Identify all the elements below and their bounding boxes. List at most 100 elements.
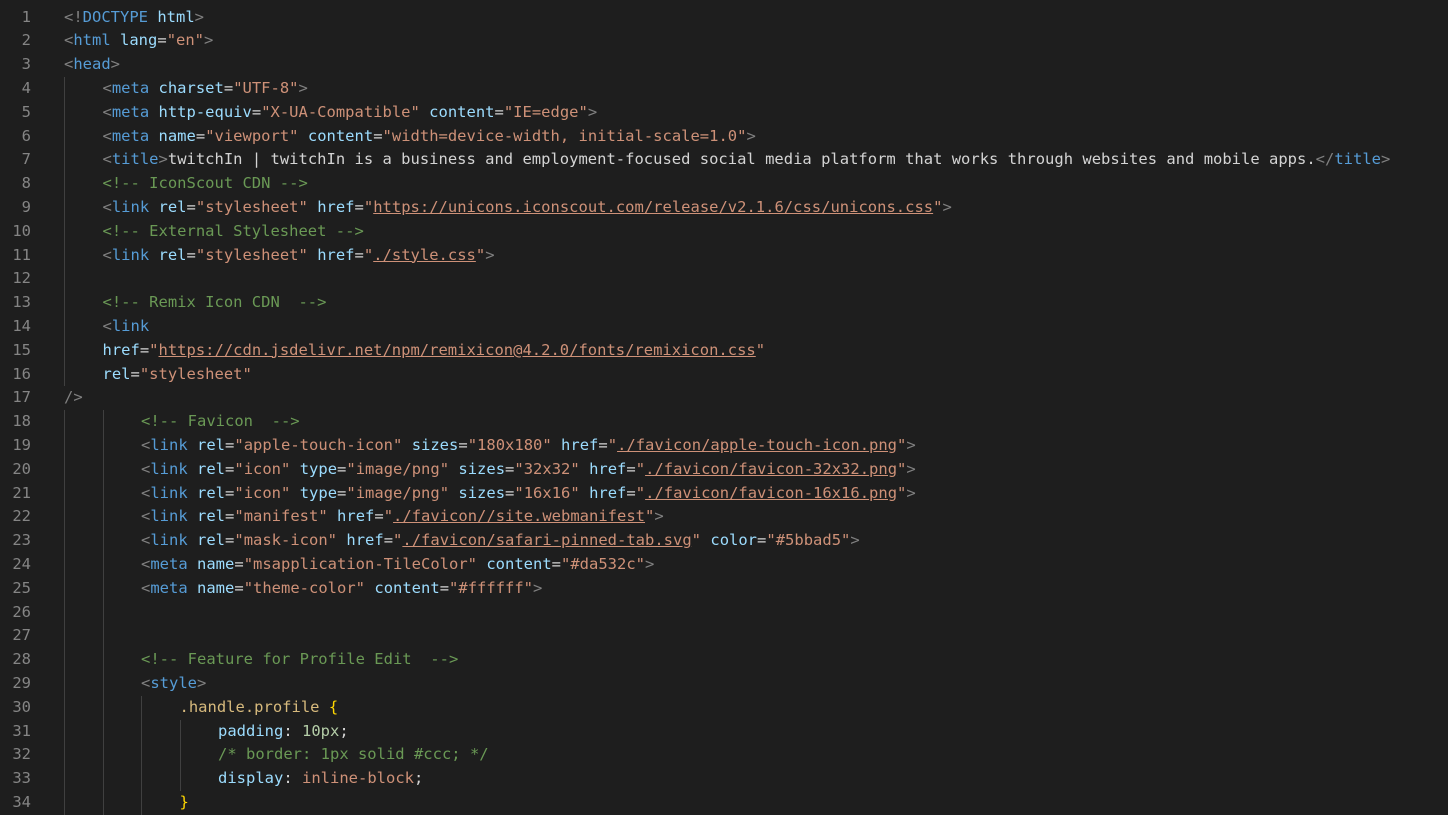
- code-line[interactable]: 34}: [0, 791, 1448, 815]
- attribute-name: type: [299, 459, 338, 478]
- string-value: "16x16": [514, 483, 580, 502]
- code-line[interactable]: 29 <style>: [0, 672, 1448, 696]
- code-line[interactable]: 6 <meta name="viewport" content="width=de…: [0, 125, 1448, 149]
- code-editor[interactable]: 1 <!DOCTYPE html> 2 <html lang="en"> 3 <head>…: [0, 0, 1448, 815]
- tag-bracket: >: [298, 78, 308, 97]
- code-line[interactable]: 3 <head>: [0, 53, 1448, 77]
- url-link[interactable]: https://unicons.iconscout.com/release/v2…: [373, 198, 933, 216]
- code-line[interactable]: 17 />: [0, 386, 1448, 410]
- string-value: ": [755, 340, 766, 359]
- tag-bracket: >: [1381, 150, 1391, 169]
- tag-bracket: <: [141, 483, 151, 502]
- comment: <!-- External Stylesheet -->: [102, 221, 364, 240]
- code-line[interactable]: 13 <!-- Remix Icon CDN -->: [0, 291, 1448, 315]
- code-line[interactable]: 7 <title>twitchIn | twitchIn is a busines…: [0, 148, 1448, 172]
- code-content: <!DOCTYPE html>: [64, 6, 204, 30]
- string-value: "stylesheet": [195, 245, 308, 264]
- plain-text: =: [225, 531, 235, 550]
- tag-name: title: [1334, 150, 1382, 169]
- plain-text: =: [551, 554, 561, 573]
- code-content: <link rel="apple-touch-icon" sizes="180x…: [141, 434, 916, 458]
- tag-bracket: <: [141, 459, 151, 478]
- code-line[interactable]: 11 <link rel="stylesheet" href="./style.c…: [0, 244, 1448, 268]
- plain-text: [149, 198, 158, 216]
- code-line[interactable]: 12: [0, 267, 1448, 291]
- string-value: "stylesheet": [195, 197, 308, 216]
- code-line[interactable]: 19 <link rel="apple-touch-icon" sizes="18…: [0, 434, 1448, 458]
- tag-name: link: [111, 245, 150, 264]
- code-line[interactable]: 2 <html lang="en">: [0, 29, 1448, 53]
- code-line[interactable]: 15 href="https://cdn.jsdelivr.net/npm/rem…: [0, 339, 1448, 363]
- tag-bracket: >: [906, 435, 916, 454]
- plain-text: =: [494, 102, 504, 121]
- code-line[interactable]: 33 display: inline-block;: [0, 767, 1448, 791]
- code-line[interactable]: 28 <!-- Feature for Profile Edit -->: [0, 648, 1448, 672]
- code-line[interactable]: 9 <link rel="stylesheet" href="https://un…: [0, 196, 1448, 220]
- string-value: "apple-touch-icon": [234, 435, 403, 454]
- attribute-name: href: [589, 483, 627, 502]
- attribute-name: rel: [102, 364, 131, 383]
- tag-bracket: >: [850, 531, 860, 550]
- url-link[interactable]: ./style.css: [373, 246, 476, 264]
- plain-text: =: [374, 507, 384, 526]
- attribute-name: href: [346, 531, 384, 550]
- code-line[interactable]: 8 <!-- IconScout CDN -->: [0, 172, 1448, 196]
- url-link[interactable]: ./favicon/favicon-16x16.png: [645, 484, 897, 502]
- tag-name: DOCTYPE: [82, 7, 148, 26]
- code-line[interactable]: 4 <meta charset="UTF-8">: [0, 77, 1448, 101]
- code-line[interactable]: 16 rel="stylesheet": [0, 363, 1448, 387]
- code-line[interactable]: 21 <link rel="icon" type="image/png" size…: [0, 482, 1448, 506]
- string-value: ": [393, 531, 403, 550]
- tag-bracket: <: [102, 78, 112, 97]
- code-content: <link rel="icon" type="image/png" sizes=…: [141, 482, 916, 506]
- string-value: "en": [166, 31, 205, 50]
- tag-name: head: [73, 55, 111, 74]
- string-value: "theme-color": [243, 578, 366, 597]
- code-line[interactable]: 10 <!-- External Stylesheet -->: [0, 220, 1448, 244]
- attribute-name: sizes: [458, 459, 506, 478]
- tag-bracket: >: [197, 673, 207, 692]
- code-content: <title>twitchIn | twitchIn is a business…: [103, 148, 1391, 172]
- tag-bracket: <!: [64, 7, 83, 26]
- plain-text: =: [251, 102, 262, 121]
- code-line[interactable]: 20 <link rel="icon" type="image/png" size…: [0, 458, 1448, 482]
- code-line[interactable]: 1 <!DOCTYPE html>: [0, 6, 1448, 30]
- tag-name: link: [150, 459, 188, 478]
- tag-bracket: <: [141, 531, 151, 550]
- tag-bracket: </: [1315, 150, 1335, 169]
- tag-bracket: <: [141, 673, 151, 692]
- tag-name: link: [150, 483, 188, 502]
- url-link[interactable]: ./favicon/favicon-32x32.png: [645, 460, 897, 478]
- code-line[interactable]: 23 <link rel="mask-icon" href="./favicon/…: [0, 529, 1448, 553]
- url-link[interactable]: ./favicon//site.webmanifest: [393, 507, 645, 525]
- code-line[interactable]: 14 <link: [0, 315, 1448, 339]
- code-content: <link rel="stylesheet" href="./style.css…: [103, 244, 495, 268]
- tag-bracket: >: [906, 483, 916, 502]
- tag-name: style: [150, 673, 198, 692]
- code-line[interactable]: 30 .handle.profile {: [0, 696, 1448, 720]
- code-line[interactable]: 27: [0, 624, 1448, 648]
- url-link[interactable]: ./favicon/safari-pinned-tab.svg: [402, 531, 691, 549]
- line-number: 23: [12, 531, 31, 550]
- code-line[interactable]: 18 <!-- Favicon -->: [0, 410, 1448, 434]
- code-line[interactable]: 26: [0, 601, 1448, 625]
- line-number: 8: [21, 174, 31, 193]
- code-line[interactable]: 24 <meta name="msapplication-TileColor" c…: [0, 553, 1448, 577]
- code-line[interactable]: 25 <meta name="theme-color" content="#fff…: [0, 577, 1448, 601]
- url-link[interactable]: https://cdn.jsdelivr.net/npm/remixicon@4…: [159, 341, 756, 359]
- plain-text: =: [505, 483, 515, 502]
- line-number: 6: [21, 126, 31, 145]
- code-line[interactable]: 5 <meta http-equiv="X-UA-Compatible" cont…: [0, 101, 1448, 125]
- tag-name: link: [150, 507, 188, 526]
- plain-text: =: [157, 31, 167, 50]
- plain-text: [290, 484, 299, 502]
- url-link[interactable]: ./favicon/apple-touch-icon.png: [617, 436, 897, 454]
- code-line[interactable]: 32 /* border: 1px solid #ccc; */: [0, 743, 1448, 767]
- line-number: 34: [12, 792, 31, 811]
- code-line[interactable]: 31 padding: 10px;: [0, 720, 1448, 744]
- line-number: 14: [12, 316, 31, 335]
- plain-text: [328, 507, 337, 525]
- string-value: "#5bbad5": [766, 531, 851, 550]
- string-value: "mask-icon": [234, 531, 338, 550]
- code-line[interactable]: 22 <link rel="manifest" href="./favicon//…: [0, 505, 1448, 529]
